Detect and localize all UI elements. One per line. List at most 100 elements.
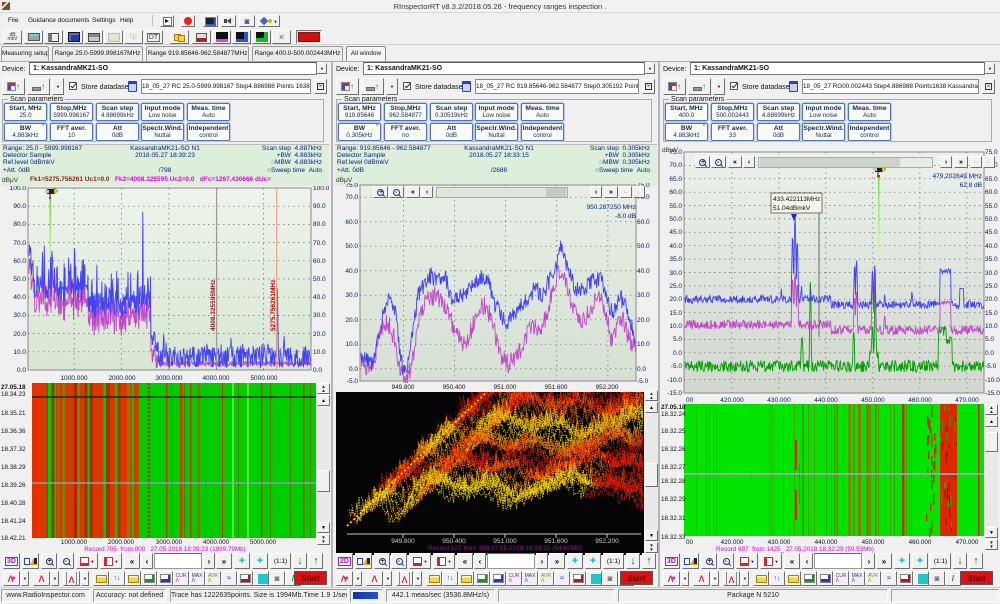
svg-text:60.0: 60.0 xyxy=(669,189,682,196)
svg-text:440.000: 440.000 xyxy=(814,397,838,404)
svg-text:70.0: 70.0 xyxy=(345,194,358,201)
svg-text:60.0: 60.0 xyxy=(985,189,998,196)
svg-text:55.0: 55.0 xyxy=(669,203,682,210)
svg-text:5.0: 5.0 xyxy=(985,336,994,343)
svg-text:62.8 dB: 62.8 dB xyxy=(960,182,982,189)
svg-text:30.0: 30.0 xyxy=(313,312,326,319)
svg-text:3000.000: 3000.000 xyxy=(155,375,182,382)
svg-text:50.0: 50.0 xyxy=(13,276,26,283)
svg-text:10.0: 10.0 xyxy=(637,341,650,348)
svg-text:5.0: 5.0 xyxy=(673,336,682,343)
svg-text:-15.0: -15.0 xyxy=(985,390,1000,397)
svg-text:50.0: 50.0 xyxy=(345,243,358,250)
svg-text:70.0: 70.0 xyxy=(669,162,682,169)
svg-text:-5.0: -5.0 xyxy=(985,363,997,370)
svg-text:30.0: 30.0 xyxy=(345,292,358,299)
svg-text:65.0: 65.0 xyxy=(669,176,682,183)
svg-text:00: 00 xyxy=(686,397,694,404)
svg-text:0.0: 0.0 xyxy=(637,366,646,373)
svg-text:30.0: 30.0 xyxy=(13,312,26,319)
svg-text:10.0: 10.0 xyxy=(669,323,682,330)
svg-text:0.0: 0.0 xyxy=(673,350,682,357)
svg-text:55.0: 55.0 xyxy=(985,203,998,210)
svg-text:20.0: 20.0 xyxy=(669,296,682,303)
svg-text:30.0: 30.0 xyxy=(637,292,650,299)
svg-text:5275.756261MHz: 5275.756261MHz xyxy=(270,279,277,331)
svg-text:949.800: 949.800 xyxy=(391,538,415,545)
svg-text:Record 127 from 189 27.05.2: Record 127 from 189 27.05.2018 18:33:15 … xyxy=(428,545,582,552)
svg-text:950.287250 MHz: 950.287250 MHz xyxy=(586,204,636,211)
svg-text:90.0: 90.0 xyxy=(313,203,326,210)
svg-text:10.0: 10.0 xyxy=(313,349,326,356)
svg-text:60.0: 60.0 xyxy=(13,258,26,265)
svg-text:2000.000: 2000.000 xyxy=(108,375,135,382)
svg-text:30.0: 30.0 xyxy=(669,270,682,277)
svg-text:40.0: 40.0 xyxy=(345,268,358,275)
svg-text:-5.0: -5.0 xyxy=(671,363,683,370)
svg-text:80.0: 80.0 xyxy=(13,221,26,228)
svg-text:70.0: 70.0 xyxy=(13,240,26,247)
svg-text:50.0: 50.0 xyxy=(313,276,326,283)
svg-text:45.0: 45.0 xyxy=(669,229,682,236)
svg-text:15.0: 15.0 xyxy=(985,310,998,317)
svg-text:65.0: 65.0 xyxy=(985,176,998,183)
svg-text:450.000: 450.000 xyxy=(861,397,885,404)
svg-text:0.0: 0.0 xyxy=(349,366,358,373)
svg-text:951.600: 951.600 xyxy=(544,538,568,545)
svg-text:50.0: 50.0 xyxy=(669,216,682,223)
svg-text:51.04dBmkV: 51.04dBmkV xyxy=(773,205,811,212)
svg-text:25.0: 25.0 xyxy=(669,283,682,290)
svg-text:1000.000: 1000.000 xyxy=(60,375,87,382)
svg-text:4000.000: 4000.000 xyxy=(202,375,229,382)
svg-text:10.0: 10.0 xyxy=(13,349,26,356)
svg-text:4008.325595MHz: 4008.325595MHz xyxy=(210,279,217,331)
svg-text:40.0: 40.0 xyxy=(985,243,998,250)
svg-text:40.0: 40.0 xyxy=(13,294,26,301)
svg-text:25.0: 25.0 xyxy=(985,283,998,290)
svg-text:0.0: 0.0 xyxy=(17,367,26,374)
svg-text:45.0: 45.0 xyxy=(985,229,998,236)
svg-text:60.0: 60.0 xyxy=(637,219,650,226)
svg-text:479.202849 MHz: 479.202849 MHz xyxy=(932,173,982,180)
svg-text:20.0: 20.0 xyxy=(345,317,358,324)
svg-text:40.0: 40.0 xyxy=(669,243,682,250)
svg-text:950.400: 950.400 xyxy=(442,538,466,545)
svg-text:5000.000: 5000.000 xyxy=(250,375,277,382)
svg-text:30.0: 30.0 xyxy=(985,270,998,277)
svg-text:460.000: 460.000 xyxy=(908,397,932,404)
svg-text:430.000: 430.000 xyxy=(767,397,791,404)
svg-text:75.0: 75.0 xyxy=(345,183,358,189)
svg-text:-10.0: -10.0 xyxy=(667,377,682,384)
svg-text:20.0: 20.0 xyxy=(313,331,326,338)
svg-text:-15.0: -15.0 xyxy=(667,390,682,397)
svg-text:35.0: 35.0 xyxy=(669,256,682,263)
svg-text:0.0: 0.0 xyxy=(985,350,994,357)
svg-text:-8.0 dB: -8.0 dB xyxy=(615,213,636,220)
svg-text:40.0: 40.0 xyxy=(637,268,650,275)
svg-text:60.0: 60.0 xyxy=(313,258,326,265)
svg-text:70.0: 70.0 xyxy=(313,240,326,247)
svg-text:420.000: 420.000 xyxy=(720,397,744,404)
svg-text:951.000: 951.000 xyxy=(493,538,517,545)
svg-text:10.0: 10.0 xyxy=(345,341,358,348)
svg-text:50.0: 50.0 xyxy=(637,243,650,250)
svg-text:100.0: 100.0 xyxy=(10,186,27,192)
svg-text:0.0: 0.0 xyxy=(313,367,322,374)
svg-text:470.000: 470.000 xyxy=(955,397,979,404)
svg-text:20.0: 20.0 xyxy=(637,317,650,324)
svg-text:35.0: 35.0 xyxy=(985,256,998,263)
svg-text:50.0: 50.0 xyxy=(985,216,998,223)
svg-text:90.0: 90.0 xyxy=(13,203,26,210)
svg-text:40.0: 40.0 xyxy=(313,294,326,301)
svg-text:433.422113MHz: 433.422113MHz xyxy=(773,196,820,203)
svg-text:20.0: 20.0 xyxy=(985,296,998,303)
svg-text:952.200: 952.200 xyxy=(595,538,619,545)
svg-text:75.0: 75.0 xyxy=(985,149,998,156)
svg-text:100.0: 100.0 xyxy=(313,186,330,192)
svg-text:15.0: 15.0 xyxy=(669,310,682,317)
svg-text:10.0: 10.0 xyxy=(985,323,998,330)
svg-text:80.0: 80.0 xyxy=(313,221,326,228)
svg-text:-10.0: -10.0 xyxy=(985,377,1000,384)
svg-text:60.0: 60.0 xyxy=(345,219,358,226)
svg-text:20.0: 20.0 xyxy=(13,331,26,338)
